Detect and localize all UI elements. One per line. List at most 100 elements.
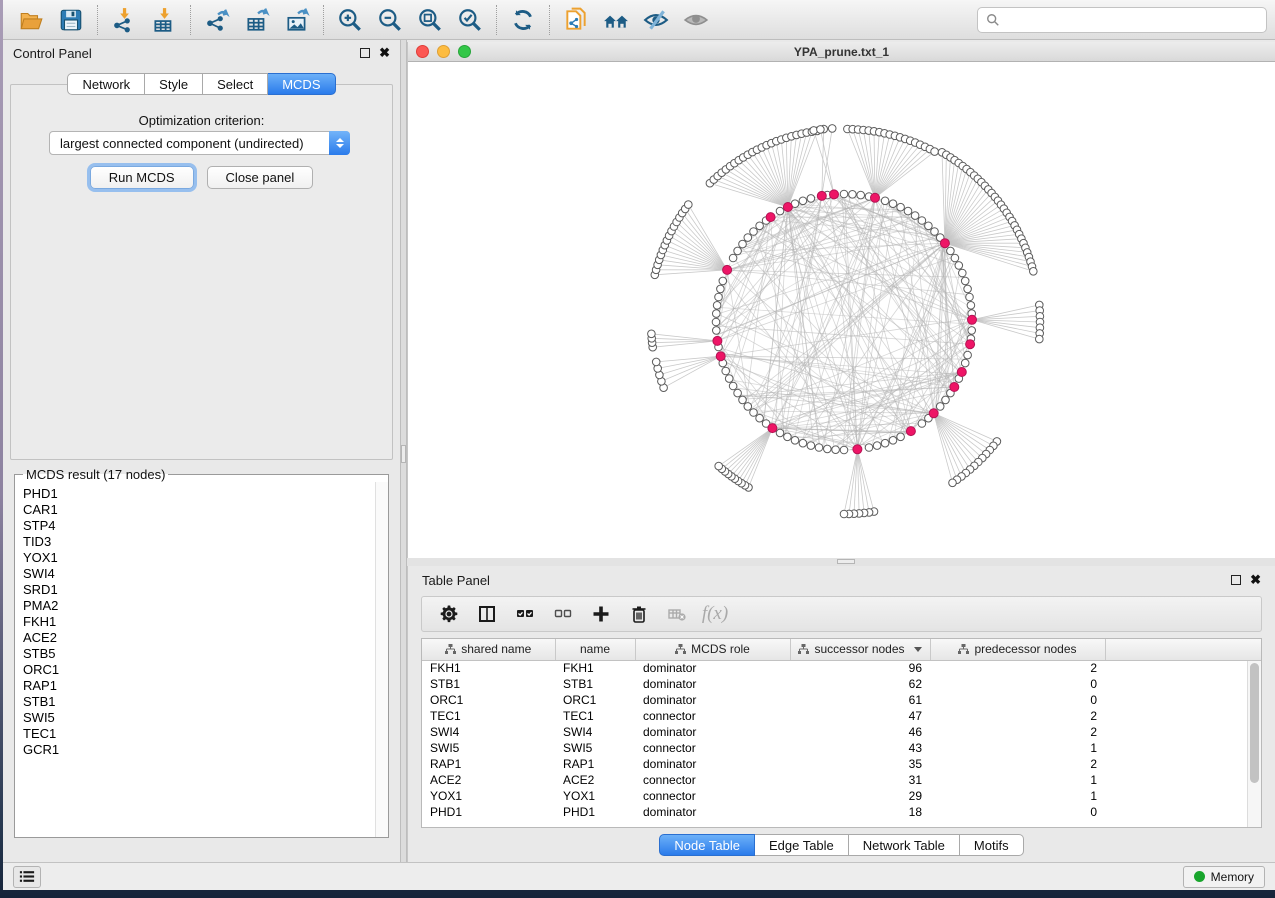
show-all-button[interactable] <box>676 3 716 37</box>
memory-label: Memory <box>1211 870 1254 884</box>
table-row[interactable]: ACE2ACE2connector311 <box>422 772 1261 788</box>
mcds-result-item[interactable]: STB1 <box>23 694 380 710</box>
mcds-result-item[interactable]: PMA2 <box>23 598 380 614</box>
column-header-successor-nodes[interactable]: successor nodes <box>790 639 930 660</box>
mcds-result-item[interactable]: STB5 <box>23 646 380 662</box>
deselect-all-rows-button[interactable] <box>546 599 580 629</box>
tab-network[interactable]: Network <box>67 73 145 95</box>
delete-column-button[interactable] <box>622 599 656 629</box>
import-network-button[interactable] <box>104 3 144 37</box>
close-panel-icon[interactable]: ✖ <box>1250 575 1261 585</box>
mcds-result-item[interactable]: SWI5 <box>23 710 380 726</box>
show-column-panel-button[interactable] <box>470 599 504 629</box>
table-row[interactable]: STB1STB1dominator620 <box>422 676 1261 692</box>
mcds-result-item[interactable]: SWI4 <box>23 566 380 582</box>
tab-node-table[interactable]: Node Table <box>659 834 755 856</box>
table-scrollbar-thumb[interactable] <box>1250 663 1259 783</box>
import-network-icon <box>111 7 137 33</box>
splitter-grip[interactable] <box>837 559 855 564</box>
column-header-shared-name[interactable]: shared name <box>422 639 555 660</box>
tab-mcds[interactable]: MCDS <box>268 73 335 95</box>
table-row[interactable]: YOX1YOX1connector291 <box>422 788 1261 804</box>
column-header-MCDS-role[interactable]: MCDS role <box>635 639 790 660</box>
first-neighbors-button[interactable] <box>596 3 636 37</box>
node-table-body[interactable]: FKH1FKH1dominator962STB1STB1dominator620… <box>422 660 1261 820</box>
task-history-button[interactable] <box>13 866 41 888</box>
mcds-result-item[interactable]: ORC1 <box>23 662 380 678</box>
zoom-fit-button[interactable] <box>410 3 450 37</box>
open-file-button[interactable] <box>11 3 51 37</box>
mcds-result-item[interactable]: SRD1 <box>23 582 380 598</box>
export-network-button[interactable] <box>197 3 237 37</box>
mcds-result-item[interactable]: TID3 <box>23 534 380 550</box>
network-from-selection-button[interactable] <box>556 3 596 37</box>
tab-motifs[interactable]: Motifs <box>960 834 1024 856</box>
control-panel-tabs: Network Style Select MCDS <box>3 73 400 95</box>
select-all-rows-button[interactable] <box>508 599 542 629</box>
table-row[interactable]: RAP1RAP1dominator352 <box>422 756 1261 772</box>
zoom-selected-icon <box>457 7 483 33</box>
mcds-result-item[interactable]: GCR1 <box>23 742 380 758</box>
table-row[interactable]: SWI4SWI4dominator462 <box>422 724 1261 740</box>
network-graph <box>408 62 1275 558</box>
hide-selected-eye-icon <box>643 7 669 33</box>
app-window: Control Panel ✖ Network Style Select MCD… <box>3 0 1275 890</box>
search-box <box>977 7 1267 33</box>
column-header-name[interactable]: name <box>555 639 635 660</box>
table-settings-button[interactable] <box>432 599 466 629</box>
zoom-out-button[interactable] <box>370 3 410 37</box>
horizontal-splitter[interactable] <box>407 558 1275 566</box>
tab-select[interactable]: Select <box>203 73 268 95</box>
network-canvas[interactable] <box>408 62 1275 558</box>
search-input[interactable] <box>1006 12 1258 27</box>
float-panel-icon[interactable] <box>360 48 370 58</box>
import-table-button[interactable] <box>144 3 184 37</box>
mcds-result-item[interactable]: YOX1 <box>23 550 380 566</box>
toolbar-separator <box>97 5 98 35</box>
mcds-result-item[interactable]: STP4 <box>23 518 380 534</box>
splitter-grip[interactable] <box>401 445 406 463</box>
node-table-header-row[interactable]: shared namenameMCDS rolesuccessor nodesp… <box>422 639 1261 660</box>
zoom-fit-icon <box>417 7 443 33</box>
mcds-result-item[interactable]: CAR1 <box>23 502 380 518</box>
close-panel-icon[interactable]: ✖ <box>379 48 390 58</box>
float-panel-icon[interactable] <box>1231 575 1241 585</box>
mcds-result-item[interactable]: TEC1 <box>23 726 380 742</box>
export-network-icon <box>204 7 230 33</box>
add-column-button[interactable] <box>584 599 618 629</box>
tab-network-table[interactable]: Network Table <box>849 834 960 856</box>
table-row[interactable]: FKH1FKH1dominator962 <box>422 660 1261 676</box>
mcds-result-item[interactable]: PHD1 <box>23 486 380 502</box>
table-row[interactable]: PHD1PHD1dominator180 <box>422 804 1261 820</box>
tab-style[interactable]: Style <box>145 73 203 95</box>
mcds-result-box: MCDS result (17 nodes) PHD1CAR1STP4TID3Y… <box>14 467 389 838</box>
table-scrollbar[interactable] <box>1247 661 1261 827</box>
refresh-icon <box>510 7 536 33</box>
column-header-predecessor-nodes[interactable]: predecessor nodes <box>930 639 1105 660</box>
mcds-result-item[interactable]: RAP1 <box>23 678 380 694</box>
optimization-criterion-select[interactable]: largest connected component (undirected) <box>49 131 350 155</box>
tab-edge-table[interactable]: Edge Table <box>755 834 849 856</box>
table-row[interactable]: SWI5SWI5connector431 <box>422 740 1261 756</box>
table-row[interactable]: TEC1TEC1connector472 <box>422 708 1261 724</box>
zoom-selected-button[interactable] <box>450 3 490 37</box>
zoom-in-button[interactable] <box>330 3 370 37</box>
save-session-button[interactable] <box>51 3 91 37</box>
refresh-button[interactable] <box>503 3 543 37</box>
memory-button[interactable]: Memory <box>1183 866 1265 888</box>
run-mcds-button[interactable]: Run MCDS <box>90 166 194 189</box>
vertical-splitter[interactable] <box>400 40 407 862</box>
zoom-in-icon <box>337 7 363 33</box>
table-panel-tabs: Node Table Edge Table Network Table Moti… <box>408 834 1275 856</box>
close-panel-button[interactable]: Close panel <box>207 166 314 189</box>
mcds-result-item[interactable]: ACE2 <box>23 630 380 646</box>
table-row[interactable]: ORC1ORC1dominator610 <box>422 692 1261 708</box>
export-table-button[interactable] <box>237 3 277 37</box>
mcds-result-list[interactable]: PHD1CAR1STP4TID3YOX1SWI4SRD1PMA2FKH1ACE2… <box>15 482 388 837</box>
function-builder-button-disabled: f(x) <box>698 599 732 629</box>
mcds-result-scrollbar[interactable] <box>375 482 388 837</box>
export-image-button[interactable] <box>277 3 317 37</box>
mcds-result-item[interactable]: FKH1 <box>23 614 380 630</box>
hide-selected-button[interactable] <box>636 3 676 37</box>
select-all-icon <box>515 604 535 624</box>
